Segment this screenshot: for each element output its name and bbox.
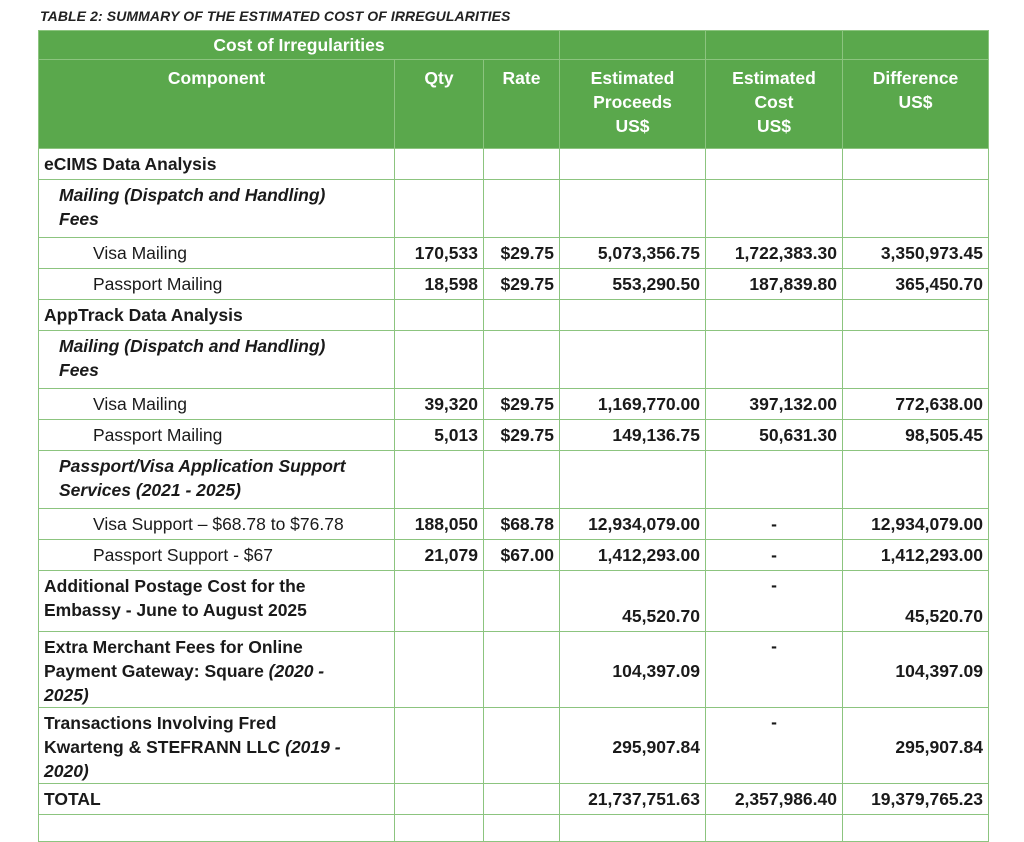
table-row: Extra Merchant Fees for Online Payment G… <box>38 631 989 708</box>
proceeds-cell: 1,412,293.00 <box>559 539 706 571</box>
cost-cell: - <box>705 631 843 708</box>
empty-row <box>38 814 989 842</box>
qty-cell: 18,598 <box>394 268 484 300</box>
qty-cell: 170,533 <box>394 237 484 269</box>
cost-cell: 187,839.80 <box>705 268 843 300</box>
row-label: Visa Mailing <box>38 237 395 269</box>
table-row: Visa Mailing 170,533 $29.75 5,073,356.75… <box>38 237 989 269</box>
proceeds-cell: 149,136.75 <box>559 419 706 451</box>
proceeds-cell: 12,934,079.00 <box>559 508 706 540</box>
row-label: Visa Mailing <box>38 388 395 420</box>
table-row: Passport Mailing 5,013 $29.75 149,136.75… <box>38 419 989 451</box>
subsection-row: Passport/Visa Application Support Service… <box>38 450 989 509</box>
row-label: Extra Merchant Fees for Online Payment G… <box>38 631 395 708</box>
header-cost: Estimated Cost US$ <box>705 59 843 149</box>
qty-cell: 5,013 <box>394 419 484 451</box>
section-title: AppTrack Data Analysis <box>38 299 395 331</box>
cost-table: Cost of Irregularities Component Qty Rat… <box>38 30 989 842</box>
row-label: Passport Mailing <box>38 419 395 451</box>
row-label: Transactions Involving Fred Kwarteng & S… <box>38 707 395 784</box>
difference-cell: 772,638.00 <box>842 388 989 420</box>
rate-cell: $29.75 <box>483 237 560 269</box>
section-title: eCIMS Data Analysis <box>38 148 395 180</box>
table-row: Passport Mailing 18,598 $29.75 553,290.5… <box>38 268 989 300</box>
row-label: Additional Postage Cost for the Embassy -… <box>38 570 395 632</box>
table-row: Passport Support - $67 21,079 $67.00 1,4… <box>38 539 989 571</box>
qty-cell: 21,079 <box>394 539 484 571</box>
proceeds-cell: 1,169,770.00 <box>559 388 706 420</box>
difference-cell: 295,907.84 <box>842 707 989 784</box>
row-label: Passport Support - $67 <box>38 539 395 571</box>
header-rate: Rate <box>483 59 560 149</box>
header-qty: Qty <box>394 59 484 149</box>
rate-cell: $29.75 <box>483 388 560 420</box>
rate-cell: $29.75 <box>483 419 560 451</box>
header-component: Component <box>38 59 395 149</box>
difference-cell: 12,934,079.00 <box>842 508 989 540</box>
header-difference: Difference US$ <box>842 59 989 149</box>
difference-cell: 365,450.70 <box>842 268 989 300</box>
qty-cell: 39,320 <box>394 388 484 420</box>
subsection-row: Mailing (Dispatch and Handling) Fees <box>38 179 989 238</box>
difference-cell: 104,397.09 <box>842 631 989 708</box>
cost-cell: 1,722,383.30 <box>705 237 843 269</box>
subsection-title: Mailing (Dispatch and Handling) Fees <box>38 179 395 238</box>
table-row: Visa Mailing 39,320 $29.75 1,169,770.00 … <box>38 388 989 420</box>
total-label: TOTAL <box>38 783 395 815</box>
difference-cell: 3,350,973.45 <box>842 237 989 269</box>
total-row: TOTAL 21,737,751.63 2,357,986.40 19,379,… <box>38 783 989 815</box>
proceeds-cell: 5,073,356.75 <box>559 237 706 269</box>
qty-cell: 188,050 <box>394 508 484 540</box>
total-difference: 19,379,765.23 <box>842 783 989 815</box>
proceeds-cell: 295,907.84 <box>559 707 706 784</box>
row-label: Passport Mailing <box>38 268 395 300</box>
rate-cell: $29.75 <box>483 268 560 300</box>
header-group: Cost of Irregularities <box>38 30 560 60</box>
table-caption: TABLE 2: SUMMARY OF THE ESTIMATED COST O… <box>40 8 511 24</box>
subsection-title: Mailing (Dispatch and Handling) Fees <box>38 330 395 389</box>
proceeds-cell: 553,290.50 <box>559 268 706 300</box>
cost-cell: 397,132.00 <box>705 388 843 420</box>
table-row: Transactions Involving Fred Kwarteng & S… <box>38 707 989 784</box>
cost-cell: - <box>705 570 843 632</box>
proceeds-cell: 104,397.09 <box>559 631 706 708</box>
rate-cell: $67.00 <box>483 539 560 571</box>
subsection-title: Passport/Visa Application Support Service… <box>38 450 395 509</box>
cost-cell: - <box>705 539 843 571</box>
difference-cell: 1,412,293.00 <box>842 539 989 571</box>
cost-cell: - <box>705 508 843 540</box>
header-proceeds: Estimated Proceeds US$ <box>559 59 706 149</box>
table-row: Visa Support – $68.78 to $76.78 188,050 … <box>38 508 989 540</box>
total-proceeds: 21,737,751.63 <box>559 783 706 815</box>
cost-cell: 50,631.30 <box>705 419 843 451</box>
rate-cell: $68.78 <box>483 508 560 540</box>
table-row: Additional Postage Cost for the Embassy -… <box>38 570 989 632</box>
difference-cell: 45,520.70 <box>842 570 989 632</box>
subsection-row: Mailing (Dispatch and Handling) Fees <box>38 330 989 389</box>
header-row: Component Qty Rate Estimated Proceeds US$ … <box>38 59 989 149</box>
header-group-row: Cost of Irregularities <box>38 30 989 60</box>
proceeds-cell: 45,520.70 <box>559 570 706 632</box>
section-row: eCIMS Data Analysis <box>38 148 989 180</box>
row-label: Visa Support – $68.78 to $76.78 <box>38 508 395 540</box>
difference-cell: 98,505.45 <box>842 419 989 451</box>
total-cost: 2,357,986.40 <box>705 783 843 815</box>
cost-cell: - <box>705 707 843 784</box>
section-row: AppTrack Data Analysis <box>38 299 989 331</box>
